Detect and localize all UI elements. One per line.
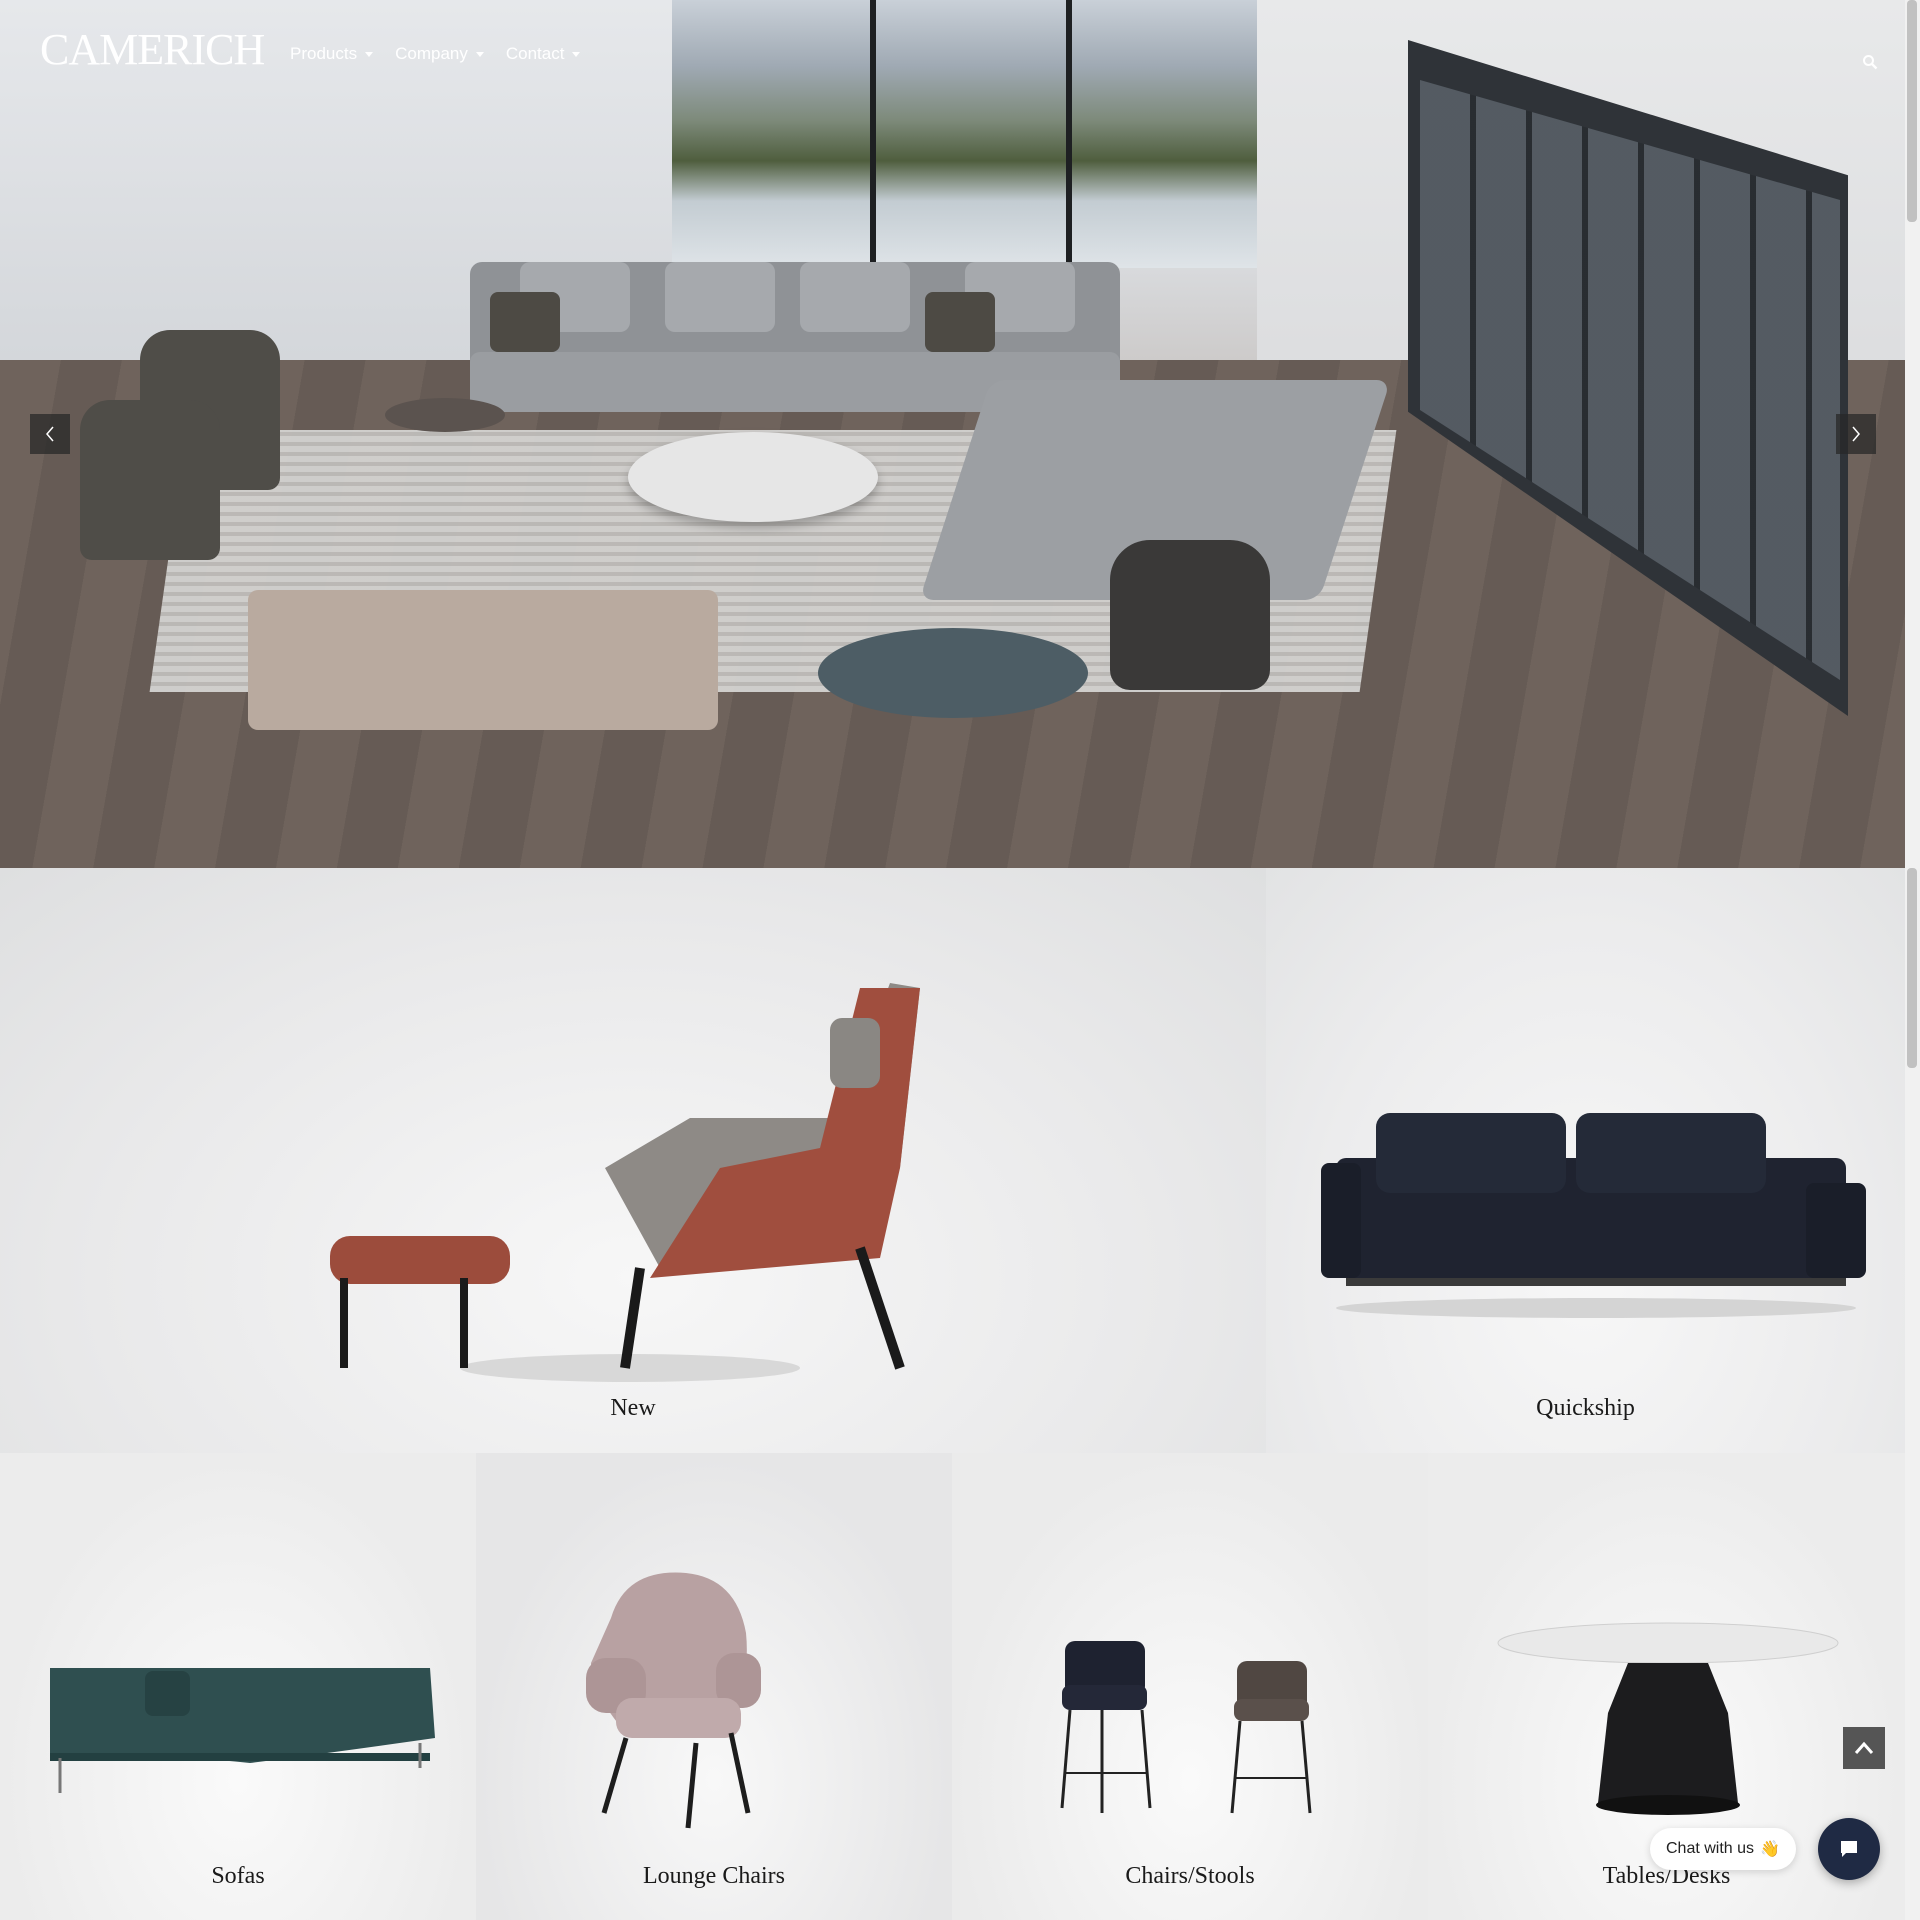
sofa-pillow [490,292,560,352]
bar-stools-image [1060,1641,1312,1814]
chat-prompt-text: Chat with us [1666,1840,1755,1857]
hero-armchair [80,400,220,560]
lounge-chair-with-ottoman-image [330,983,920,1382]
sofa-cushion [665,262,775,332]
category-tile-chairs-stools[interactable]: Chairs/Stools [952,1453,1428,1920]
category-tile-lounge-chairs[interactable]: Lounge Chairs [476,1453,952,1920]
chevron-left-icon [46,426,54,442]
waving-hand-icon: 👋 [1760,1841,1780,1858]
nav-item-label: Products [290,44,358,63]
chevron-right-icon [1852,426,1860,442]
hero-oval-table [818,628,1088,718]
caret-down-icon [365,51,374,57]
sofa-image [50,1668,435,1793]
nav-item-label: Company [395,44,468,63]
lounge-chair-image [586,1572,761,1829]
caret-down-icon [475,51,484,57]
caret-down-icon [572,51,581,57]
slider-prev-button[interactable] [30,414,70,454]
brand-logo[interactable]: CAMERICH [40,24,265,75]
hero-side-table [385,398,505,432]
chat-icon [1841,1841,1857,1857]
back-to-top-button[interactable] [1843,1727,1885,1769]
sofa-pillow [925,292,995,352]
nav-item-company[interactable]: Company [395,44,484,64]
scrollbar-thumb[interactable] [1907,868,1917,1068]
category-tile-quickship[interactable]: Quickship [1266,868,1905,1453]
category-label: New [610,1395,656,1421]
category-label: Sofas [211,1863,265,1889]
hero-slider [0,0,1905,868]
chat-prompt-bubble[interactable]: Chat with us 👋 [1650,1828,1796,1870]
chat-open-button[interactable] [1818,1818,1880,1880]
category-label: Chairs/Stools [1125,1863,1255,1889]
slider-next-button[interactable] [1836,414,1876,454]
category-tile-new[interactable]: New [0,868,1266,1453]
category-label: Lounge Chairs [643,1863,785,1889]
nav-item-contact[interactable]: Contact [506,44,581,64]
chevron-up-icon [1854,1741,1874,1754]
sofa-cushion [800,262,910,332]
category-tile-sofas[interactable]: Sofas [0,1453,476,1920]
scrollbar-thumb[interactable] [1907,0,1917,222]
search-icon[interactable] [1862,54,1878,70]
hero-swivel-chair [1110,540,1270,690]
main-menu: Products Company Contact [290,44,581,64]
nav-item-products[interactable]: Products [290,44,374,64]
hero-coffee-table [628,432,878,522]
sofa-image [1321,1113,1866,1318]
category-label: Quickship [1536,1395,1635,1421]
hero-ottoman [248,590,718,730]
site-header: CAMERICH Products Company Contact [0,0,1905,110]
nav-item-label: Contact [505,44,565,63]
